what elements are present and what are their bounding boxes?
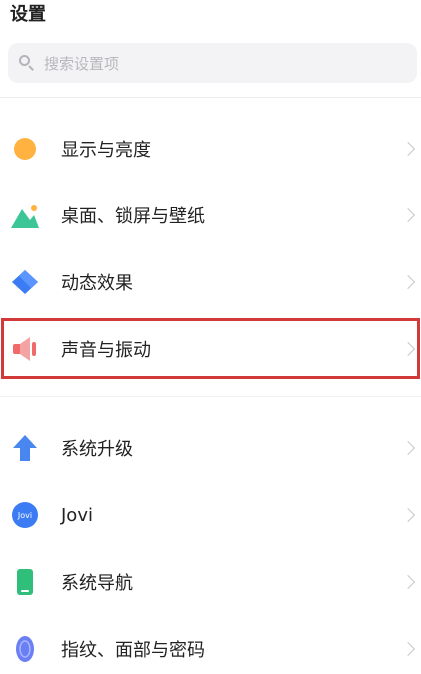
chevron-right-icon	[400, 440, 416, 456]
wallpaper-icon	[10, 200, 40, 230]
settings-item-system-navigation[interactable]: 系统导航	[0, 549, 421, 615]
chevron-right-icon	[400, 207, 416, 223]
settings-item-wallpaper[interactable]: 桌面、锁屏与壁纸	[0, 182, 421, 248]
chevron-right-icon	[400, 574, 416, 590]
chevron-right-icon	[400, 641, 416, 657]
search-placeholder: 搜索设置项	[44, 54, 120, 73]
motion-diamond-icon	[10, 267, 40, 297]
chevron-right-icon	[400, 507, 416, 523]
upgrade-arrow-icon	[10, 433, 40, 463]
search-icon	[18, 54, 36, 72]
divider	[0, 396, 421, 397]
page-title: 设置	[10, 4, 46, 25]
divider	[0, 97, 421, 98]
settings-item-display-brightness[interactable]: 显示与亮度	[0, 116, 421, 182]
settings-item-label: Jovi	[61, 504, 93, 526]
settings-item-system-upgrade[interactable]: 系统升级	[0, 415, 421, 481]
settings-item-label: 系统升级	[61, 439, 133, 460]
settings-item-motion-effects[interactable]: 动态效果	[0, 249, 421, 315]
chevron-right-icon	[400, 141, 416, 157]
search-input[interactable]: 搜索设置项	[8, 43, 417, 83]
sun-icon	[10, 134, 40, 164]
settings-item-label: 指纹、面部与密码	[61, 640, 205, 661]
settings-item-label: 显示与亮度	[61, 140, 151, 161]
highlight-box	[1, 318, 420, 379]
settings-item-fingerprint-face-password[interactable]: 指纹、面部与密码	[0, 616, 421, 674]
settings-item-label: 动态效果	[61, 273, 133, 294]
fingerprint-icon	[10, 634, 40, 664]
chevron-right-icon	[400, 274, 416, 290]
jovi-icon: Jovi	[10, 500, 40, 530]
svg-text:Jovi: Jovi	[17, 511, 32, 520]
phone-navigation-icon	[10, 567, 40, 597]
settings-item-label: 桌面、锁屏与壁纸	[61, 206, 205, 227]
settings-item-jovi[interactable]: Jovi Jovi	[0, 482, 421, 548]
settings-item-label: 系统导航	[61, 573, 133, 594]
